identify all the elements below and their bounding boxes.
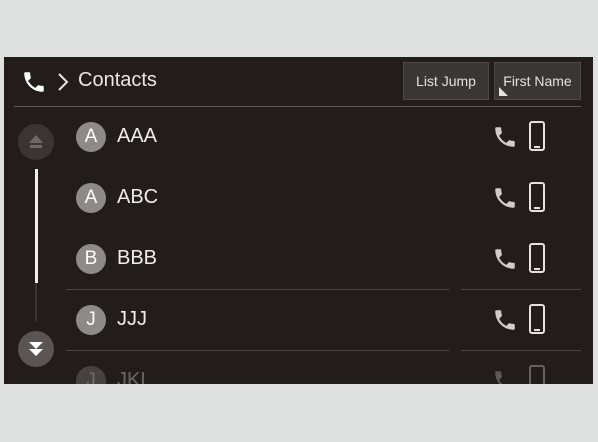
- page-title: Contacts: [78, 69, 157, 91]
- chevron-right-icon: [58, 73, 69, 91]
- mobile-phone-icon[interactable]: [528, 365, 546, 384]
- call-icon[interactable]: [492, 124, 518, 150]
- contact-initial-avatar: B: [76, 244, 106, 274]
- call-icon[interactable]: [492, 246, 518, 272]
- mobile-phone-icon[interactable]: [528, 121, 546, 151]
- mobile-phone-icon[interactable]: [528, 304, 546, 334]
- phone-icon[interactable]: [21, 69, 47, 95]
- scroll-down-button[interactable]: [18, 331, 54, 367]
- mobile-phone-icon[interactable]: [528, 182, 546, 212]
- contact-initial-avatar: J: [76, 366, 106, 384]
- scroll-down-icon: [29, 342, 43, 356]
- contacts-screen: Contacts List Jump First Name A AAA A AB…: [4, 57, 593, 384]
- contact-initial-avatar: J: [76, 305, 106, 335]
- contact-name: JJJ: [117, 308, 147, 330]
- contact-name: JKL: [117, 369, 152, 384]
- scroll-up-button[interactable]: [18, 124, 54, 160]
- dropdown-indicator-icon: [499, 87, 508, 96]
- list-item[interactable]: B BBB: [66, 229, 581, 290]
- scrollbar-thumb[interactable]: [35, 169, 38, 283]
- contact-name: ABC: [117, 186, 159, 208]
- list-item[interactable]: J JJJ: [66, 290, 581, 351]
- list-item[interactable]: A AAA: [66, 107, 581, 168]
- sort-label: First Name: [503, 73, 572, 89]
- contact-initial-avatar: A: [76, 122, 106, 152]
- call-icon[interactable]: [492, 368, 518, 384]
- mobile-phone-icon[interactable]: [528, 243, 546, 273]
- list-jump-button[interactable]: List Jump: [403, 62, 489, 100]
- contact-name: BBB: [117, 247, 158, 269]
- scroll-up-icon: [29, 135, 43, 148]
- header: Contacts List Jump First Name: [4, 57, 593, 107]
- call-icon[interactable]: [492, 307, 518, 333]
- list-jump-label: List Jump: [416, 73, 476, 89]
- call-icon[interactable]: [492, 185, 518, 211]
- list-item[interactable]: J JKL: [66, 351, 581, 384]
- list-item[interactable]: A ABC: [66, 168, 581, 229]
- contact-name: AAA: [117, 125, 158, 147]
- contact-initial-avatar: A: [76, 183, 106, 213]
- sort-first-name-button[interactable]: First Name: [494, 62, 581, 100]
